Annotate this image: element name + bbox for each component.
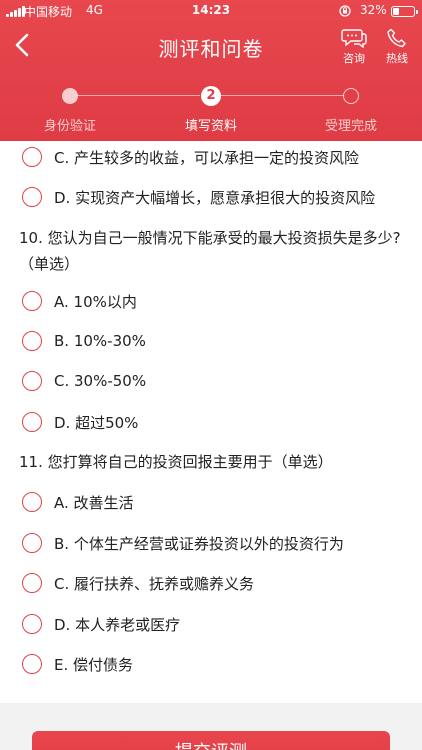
question-11-title: 11. 您打算将自己的投资回报主要用于（单选） bbox=[19, 453, 333, 471]
option-label: B. 10%-30% bbox=[54, 332, 146, 350]
hotline-button[interactable]: 热线 bbox=[379, 28, 415, 66]
consult-label: 咨询 bbox=[343, 52, 365, 65]
step-1-indicator bbox=[62, 88, 78, 104]
radio-button[interactable] bbox=[22, 147, 42, 167]
step-connector bbox=[220, 95, 344, 96]
q10-option-a[interactable]: A. 10%以内 bbox=[22, 288, 137, 314]
q9-option-d[interactable]: D. 实现资产大幅增长，愿意承担很大的投资风险 bbox=[22, 184, 375, 210]
q11-option-d[interactable]: D. 本人养老或医疗 bbox=[22, 611, 180, 637]
clock: 14:23 bbox=[191, 3, 231, 17]
option-label: E. 偿付债务 bbox=[54, 655, 134, 674]
question-10-title: 10. 您认为自己一般情况下能承受的最大投资损失是多少?（单选） bbox=[19, 229, 401, 273]
status-bar: 中国移动 4G 14:23 32% bbox=[0, 0, 422, 22]
radio-button[interactable] bbox=[22, 291, 42, 311]
option-label: D. 实现资产大幅增长，愿意承担很大的投资风险 bbox=[54, 188, 376, 207]
radio-button[interactable] bbox=[22, 412, 42, 432]
option-label: A. 改善生活 bbox=[54, 493, 134, 512]
chat-bubble-icon bbox=[341, 29, 367, 48]
q9-option-c[interactable]: C. 产生较多的收益，可以承担一定的投资风险 bbox=[22, 144, 359, 170]
navigation-bar: 测评和问卷 咨询 热线 bbox=[0, 22, 422, 72]
radio-button[interactable] bbox=[22, 654, 42, 674]
step-3-indicator bbox=[343, 88, 359, 104]
q10-option-b[interactable]: B. 10%-30% bbox=[22, 328, 146, 354]
bottom-bar: 提交评测 bbox=[0, 703, 422, 750]
q11-option-e[interactable]: E. 偿付债务 bbox=[22, 651, 133, 677]
q11-option-b[interactable]: B. 个体生产经营或证券投资以外的投资行为 bbox=[22, 530, 344, 556]
option-label: C. 30%-50% bbox=[54, 372, 147, 390]
radio-button[interactable] bbox=[22, 371, 42, 391]
step-2-indicator: 2 bbox=[201, 86, 221, 106]
radio-button[interactable] bbox=[22, 492, 42, 512]
q11-option-a[interactable]: A. 改善生活 bbox=[22, 489, 134, 515]
option-label: B. 个体生产经营或证券投资以外的投资行为 bbox=[54, 534, 344, 553]
radio-button[interactable] bbox=[22, 573, 42, 593]
radio-button[interactable] bbox=[22, 331, 42, 351]
step-connector bbox=[76, 95, 200, 96]
rotation-lock-icon bbox=[339, 5, 351, 17]
step-3-label: 受理完成 bbox=[324, 119, 377, 134]
hotline-label: 热线 bbox=[386, 52, 408, 65]
q11-option-c[interactable]: C. 履行扶养、抚养或赡养义务 bbox=[22, 570, 254, 596]
radio-button[interactable] bbox=[22, 533, 42, 553]
radio-button[interactable] bbox=[22, 614, 42, 634]
q10-option-d[interactable]: D. 超过50% bbox=[22, 409, 138, 435]
step-1-label: 身份验证 bbox=[43, 119, 96, 134]
questionnaire-content[interactable]: C. 产生较多的收益，可以承担一定的投资风险 D. 实现资产大幅增长，愿意承担很… bbox=[0, 141, 422, 703]
option-label: A. 10%以内 bbox=[54, 292, 137, 311]
option-label: C. 履行扶养、抚养或赡养义务 bbox=[54, 574, 255, 593]
step-2-label: 填写资料 bbox=[184, 119, 237, 134]
app-header: 中国移动 4G 14:23 32% 测评和问卷 咨询 热线 2 身份验证 填写资… bbox=[0, 0, 422, 141]
option-label: D. 本人养老或医疗 bbox=[54, 615, 181, 634]
progress-steps: 2 身份验证 填写资料 受理完成 bbox=[0, 86, 422, 136]
option-label: C. 产生较多的收益，可以承担一定的投资风险 bbox=[54, 148, 360, 167]
battery-percentage: 32% bbox=[360, 3, 387, 17]
radio-button[interactable] bbox=[22, 187, 42, 207]
submit-button[interactable]: 提交评测 bbox=[32, 731, 390, 750]
phone-icon bbox=[387, 28, 406, 48]
consult-button[interactable]: 咨询 bbox=[336, 28, 372, 66]
battery-icon bbox=[391, 6, 418, 17]
option-label: D. 超过50% bbox=[54, 413, 139, 432]
q10-option-c[interactable]: C. 30%-50% bbox=[22, 368, 146, 394]
